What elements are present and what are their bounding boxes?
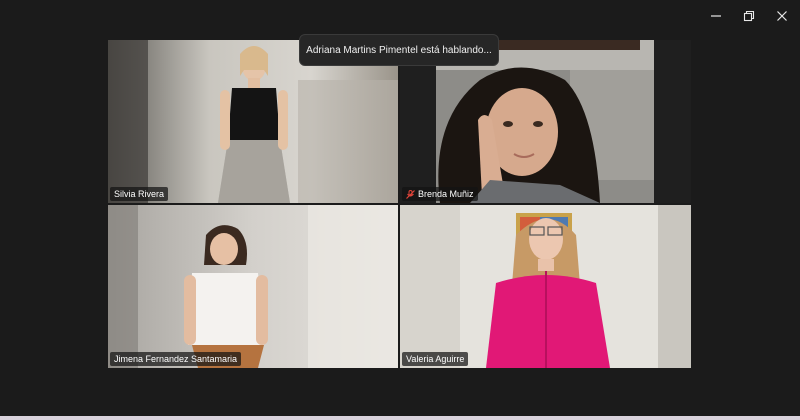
video-tile[interactable]: Jimena Fernandez Santamaria	[108, 205, 398, 368]
participant-name-tag: Jimena Fernandez Santamaria	[110, 352, 242, 366]
participant-name: Valeria Aguirre	[406, 354, 465, 364]
participant-name: Brenda Muñiz	[418, 189, 474, 199]
participant-video	[400, 205, 691, 368]
participant-name: Silvia Rivera	[114, 189, 165, 199]
minimize-button[interactable]	[706, 6, 726, 26]
video-gallery: Silvia Rivera Brenda Muñiz Jimena Fernan…	[108, 40, 691, 368]
participant-name-tag: Valeria Aguirre	[402, 352, 469, 366]
video-tile[interactable]: Valeria Aguirre	[400, 205, 691, 368]
minimize-icon	[711, 15, 721, 17]
speaking-notification-text: Adriana Martins Pimentel está hablando..…	[306, 44, 492, 56]
close-icon	[777, 11, 787, 21]
speaking-notification: Adriana Martins Pimentel está hablando..…	[299, 34, 499, 66]
participant-name: Jimena Fernandez Santamaria	[114, 354, 238, 364]
restore-icon	[743, 10, 755, 22]
participant-name-tag: Silvia Rivera	[110, 187, 169, 201]
taskbar-edge	[0, 416, 800, 420]
participant-video	[108, 205, 398, 368]
muted-mic-icon	[406, 189, 415, 199]
close-button[interactable]	[772, 6, 792, 26]
participant-name-tag: Brenda Muñiz	[402, 187, 478, 201]
restore-button[interactable]	[739, 6, 759, 26]
